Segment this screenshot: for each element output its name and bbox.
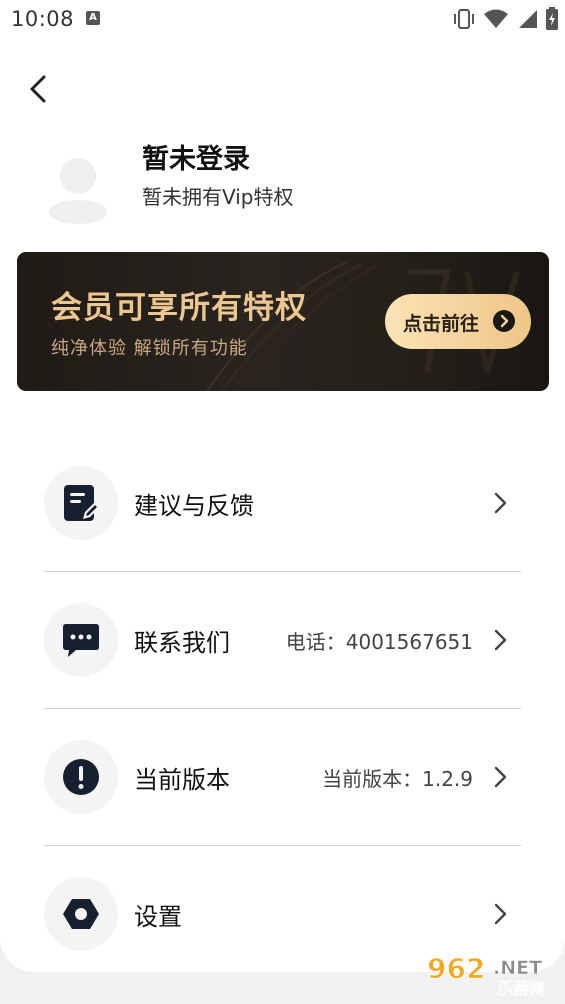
- contact-phone-value: 电话：4001567651: [285, 630, 473, 654]
- menu-label: 设置: [134, 903, 182, 931]
- message-icon: [63, 624, 99, 657]
- menu-icon-container: [44, 466, 118, 540]
- svg-text:乐游网: 乐游网: [497, 979, 545, 998]
- menu-item-version[interactable]: 当前版本 当前版本：1.2.9: [44, 727, 521, 847]
- menu-icon-container: [44, 603, 118, 677]
- banner-title: 会员可享所有特权: [51, 290, 307, 326]
- signal-icon: [519, 10, 537, 28]
- menu-icon-container: [44, 877, 118, 951]
- divider: [44, 708, 521, 709]
- go-vip-button[interactable]: 点击前往: [385, 294, 531, 349]
- watermark-logo: 962 .NET 乐游网: [425, 952, 557, 999]
- chevron-right-icon: [494, 492, 507, 514]
- menu-item-feedback[interactable]: 建议与反馈: [44, 453, 521, 573]
- notification-a-icon: A: [86, 11, 100, 25]
- svg-text:962: 962: [427, 952, 485, 985]
- menu-icon-container: [44, 740, 118, 814]
- chevron-right-icon: [494, 903, 507, 925]
- chevron-right-icon: [494, 766, 507, 788]
- login-status-title[interactable]: 暂未登录: [142, 137, 250, 176]
- version-value: 当前版本：1.2.9: [322, 767, 473, 791]
- info-icon: [63, 759, 99, 795]
- svg-text:.NET: .NET: [493, 957, 542, 979]
- menu-label: 联系我们: [134, 629, 230, 657]
- feedback-icon: [64, 485, 100, 521]
- back-button[interactable]: [22, 72, 56, 106]
- menu-label: 当前版本: [134, 766, 230, 794]
- menu-label: 建议与反馈: [134, 492, 254, 520]
- watermark-graphic: 962 .NET 乐游网: [427, 952, 546, 999]
- wifi-icon: [484, 9, 508, 28]
- banner-subtitle: 纯净体验 解锁所有功能: [51, 338, 248, 359]
- menu-item-contact[interactable]: 联系我们 电话：4001567651: [44, 590, 521, 710]
- arrow-right-circle-icon: [493, 310, 515, 332]
- battery-icon: [546, 7, 558, 30]
- divider: [44, 845, 521, 846]
- go-vip-button-label: 点击前往: [403, 313, 480, 335]
- user-placeholder-icon: [49, 158, 107, 224]
- vip-status-text: 暂未拥有Vip特权: [142, 185, 294, 209]
- vip-banner[interactable]: 会员可享所有特权 纯净体验 解锁所有功能 点击前往: [17, 252, 549, 391]
- status-icons: [452, 6, 559, 32]
- status-time: 10:08: [11, 7, 75, 31]
- settings-icon: [63, 899, 99, 929]
- chevron-left-icon: [30, 75, 46, 103]
- vibrate-icon: [454, 9, 474, 29]
- avatar[interactable]: [47, 154, 109, 224]
- status-bar: 10:08 A: [0, 0, 565, 40]
- chevron-right-icon: [494, 629, 507, 651]
- divider: [44, 571, 521, 572]
